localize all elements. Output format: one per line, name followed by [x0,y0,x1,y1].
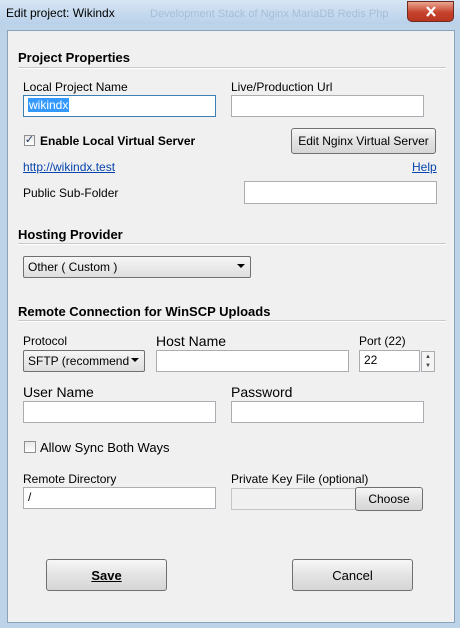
protocol-label: Protocol [23,334,68,348]
allow-sync-checkbox[interactable] [24,441,36,453]
hosting-provider-value: Other ( Custom ) [28,260,118,274]
port-spinner[interactable]: ▲ ▼ [421,351,435,372]
project-properties-heading: Project Properties [18,50,130,65]
dialog-body [7,30,455,623]
protocol-select[interactable]: SFTP (recommend [23,350,145,372]
host-name-label: Host Name [156,333,227,349]
password-label: Password [231,384,293,400]
hosting-provider-heading: Hosting Provider [18,227,123,242]
arrow-down-icon[interactable]: ▼ [422,362,434,372]
close-icon [425,6,436,17]
chevron-down-icon [131,358,139,362]
background-window-title: Development Stack of Nginx MariaDB Redis… [150,8,389,20]
checkmark-icon: ✓ [24,134,35,146]
password-input[interactable] [231,401,424,423]
local-project-name-label: Local Project Name [23,80,128,94]
protocol-value: SFTP (recommend [28,354,130,368]
edit-nginx-button[interactable]: Edit Nginx Virtual Server [291,128,436,154]
divider [18,243,446,245]
private-key-label: Private Key File (optional) [231,472,369,486]
divider [18,67,446,69]
live-url-label: Live/Production Url [231,80,333,94]
cancel-button-label: Cancel [332,567,373,583]
enable-virtual-server-label: Enable Local Virtual Server [40,134,196,148]
save-button[interactable]: Save [46,559,167,591]
hosting-provider-select[interactable]: Other ( Custom ) [23,256,251,278]
public-subfolder-label: Public Sub-Folder [23,186,119,200]
public-subfolder-input[interactable] [244,181,437,204]
remote-connection-heading: Remote Connection for WinSCP Uploads [18,304,271,319]
user-name-label: User Name [23,384,94,400]
port-label: Port (22) [359,334,406,348]
port-input[interactable]: 22 [359,350,420,372]
remote-directory-label: Remote Directory [23,472,117,486]
local-project-name-value: wikindx [28,98,70,112]
user-name-input[interactable] [23,401,216,423]
window-title: Edit project: Wikindx [6,6,115,20]
close-button[interactable] [407,1,454,22]
host-name-input[interactable] [156,350,349,372]
local-project-name-input[interactable]: wikindx [23,95,216,117]
save-button-label: Save [91,567,122,583]
help-link[interactable]: Help [412,160,437,174]
choose-key-button[interactable]: Choose [355,487,423,511]
choose-key-label: Choose [368,492,410,506]
chevron-down-icon [237,264,245,268]
private-key-input[interactable] [231,488,357,510]
live-url-input[interactable] [231,95,424,117]
allow-sync-label: Allow Sync Both Ways [40,440,170,455]
enable-virtual-server-checkbox[interactable]: ✓ [24,135,35,146]
cancel-button[interactable]: Cancel [292,559,413,591]
local-url-link[interactable]: http://wikindx.test [23,160,115,174]
divider [18,320,446,322]
remote-directory-input[interactable]: / [23,487,216,509]
arrow-up-icon[interactable]: ▲ [422,352,434,362]
